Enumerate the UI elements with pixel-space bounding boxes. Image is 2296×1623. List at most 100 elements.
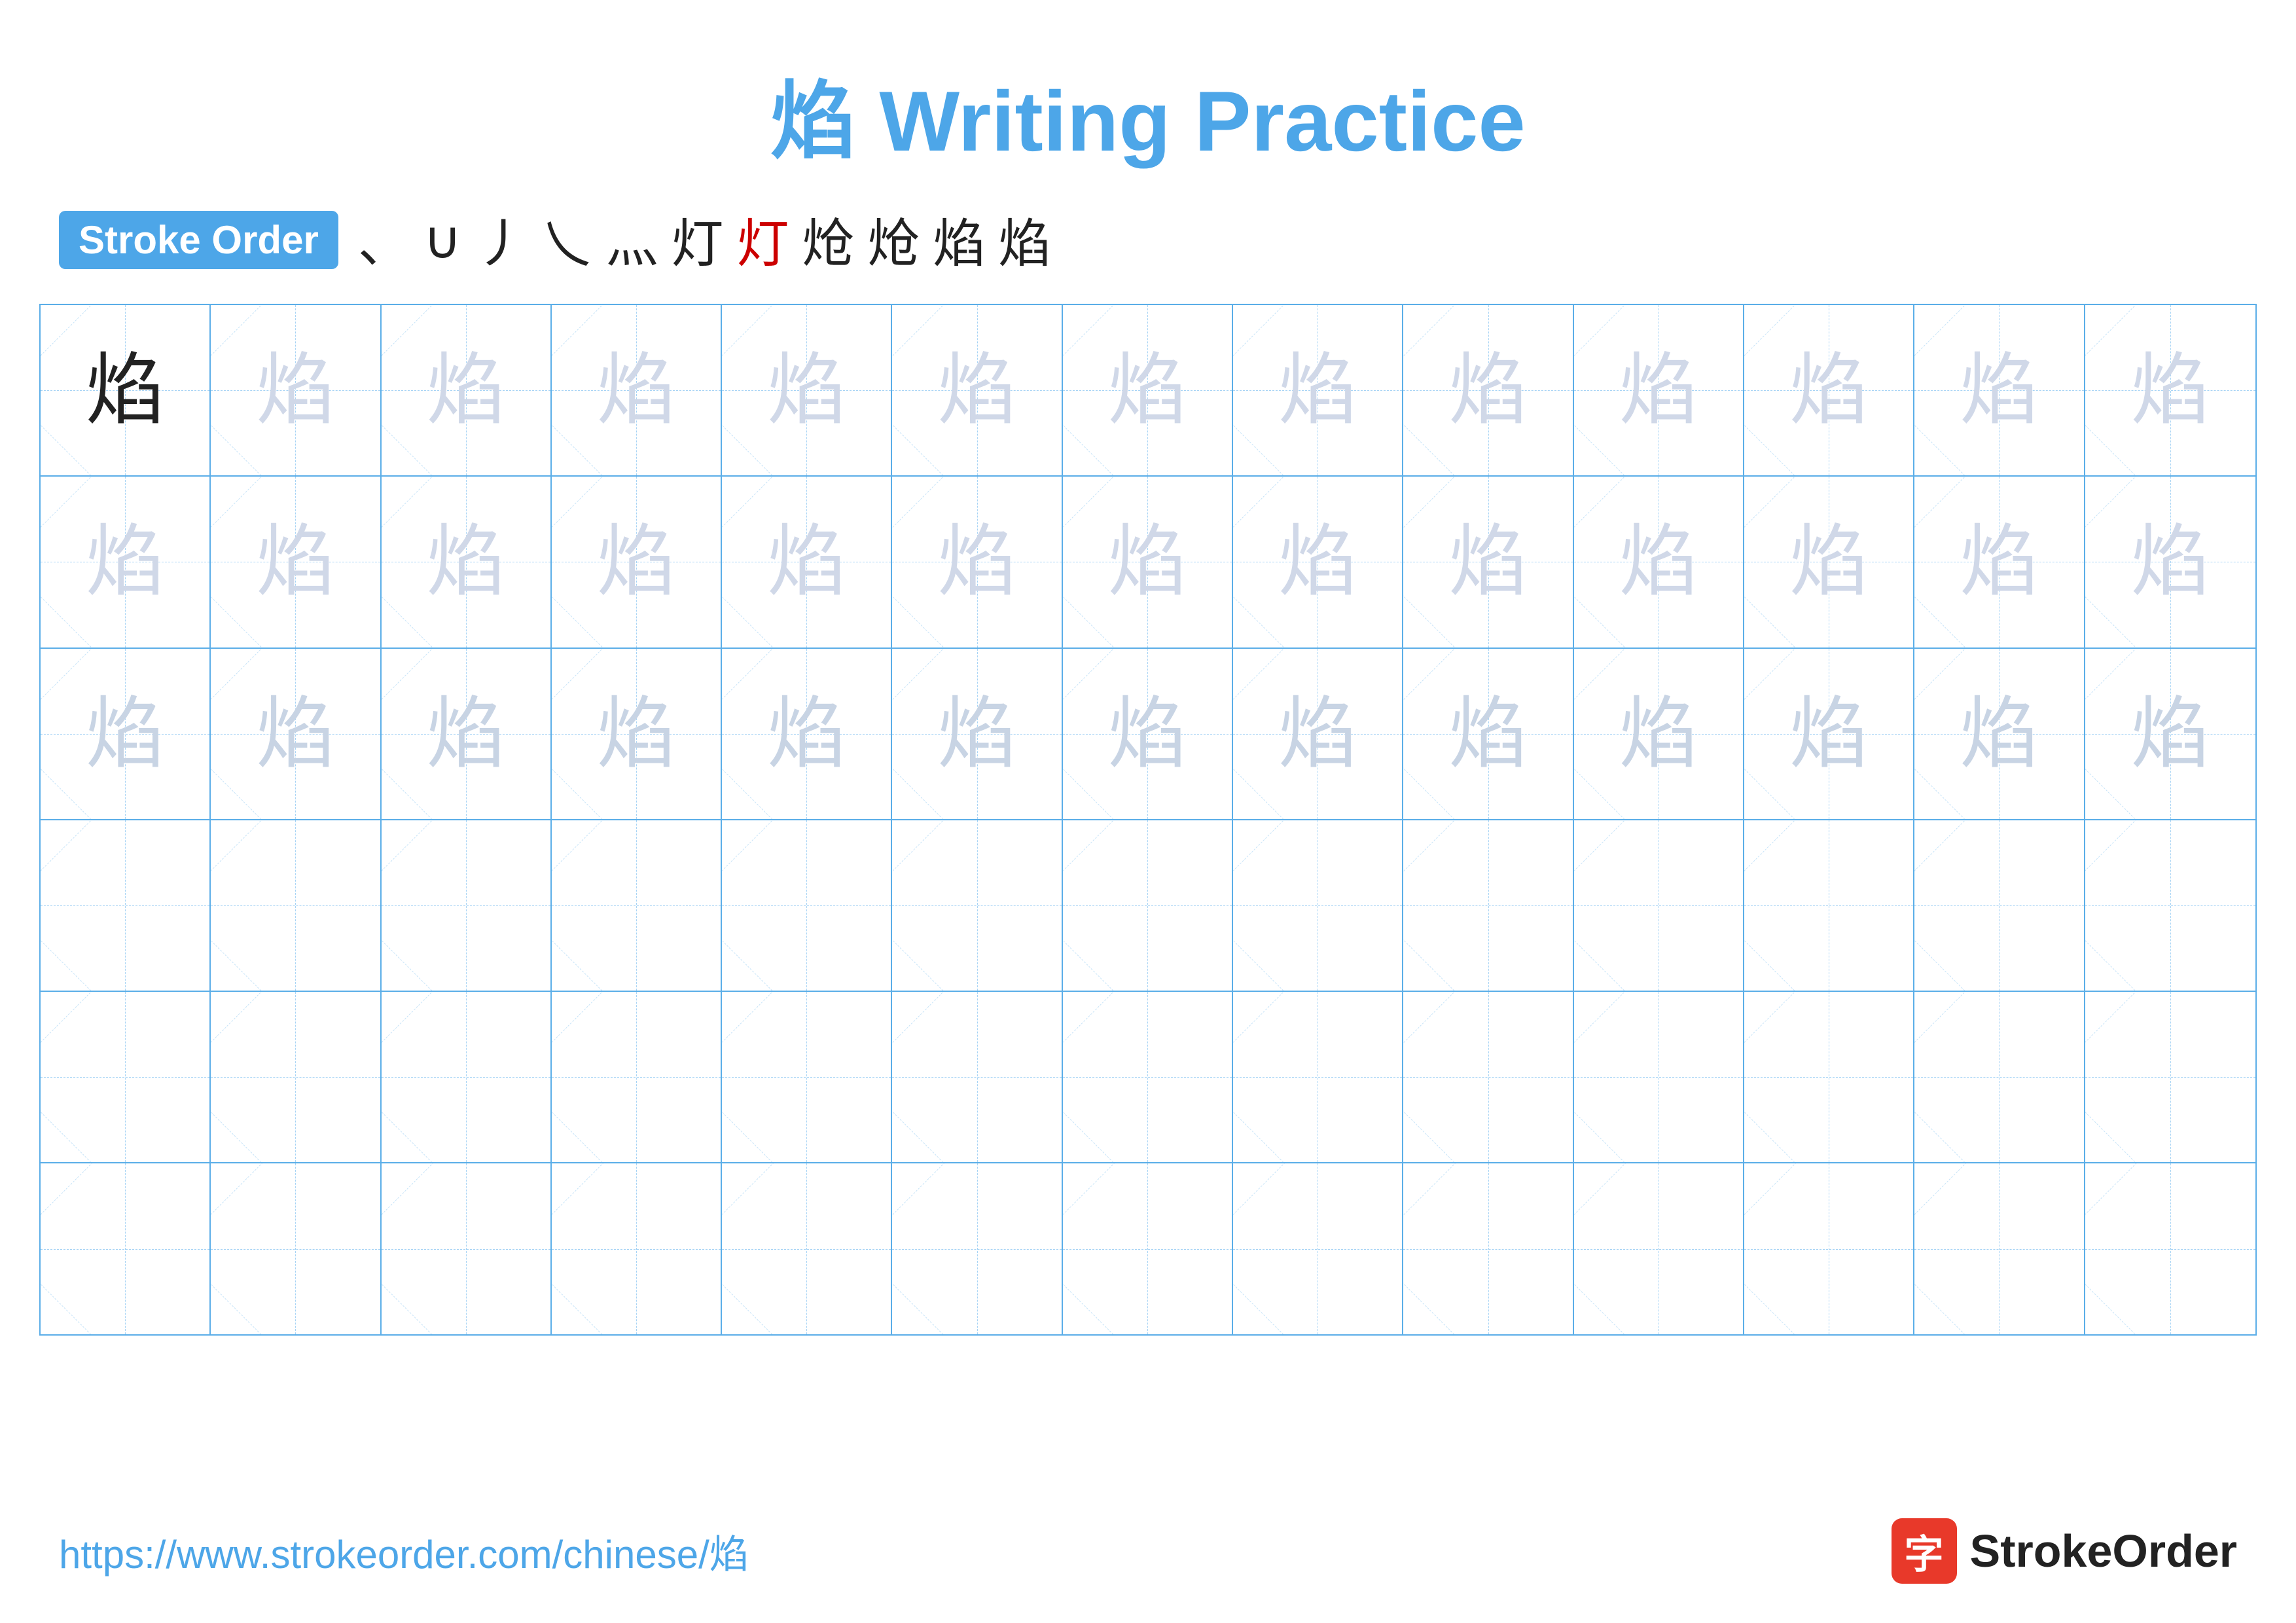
grid-cell-4-3[interactable] (382, 820, 552, 991)
grid-cell-2-7[interactable]: 焰 (1063, 477, 1233, 647)
grid-cell-1-8[interactable]: 焰 (1233, 305, 1403, 475)
grid-cell-6-2[interactable] (211, 1163, 381, 1334)
grid-cell-5-3[interactable] (382, 992, 552, 1162)
grid-cell-3-1[interactable]: 焰 (41, 649, 211, 819)
cell-guide-4-9 (1403, 820, 1572, 991)
char-lighter-3-2: 焰 (256, 695, 334, 773)
grid-cell-4-13[interactable] (2085, 820, 2255, 991)
grid-cell-1-10[interactable]: 焰 (1574, 305, 1744, 475)
grid-cell-2-12[interactable]: 焰 (1914, 477, 2085, 647)
grid-cell-4-8[interactable] (1233, 820, 1403, 991)
grid-cell-2-3[interactable]: 焰 (382, 477, 552, 647)
grid-cell-4-7[interactable] (1063, 820, 1233, 991)
grid-cell-4-4[interactable] (552, 820, 722, 991)
grid-cell-1-3[interactable]: 焰 (382, 305, 552, 475)
grid-cell-1-4[interactable]: 焰 (552, 305, 722, 475)
cell-guide-6-13 (2085, 1163, 2255, 1334)
grid-cell-1-6[interactable]: 焰 (892, 305, 1062, 475)
grid-cell-5-1[interactable] (41, 992, 211, 1162)
grid-cell-3-5[interactable]: 焰 (722, 649, 892, 819)
char-lighter-3-13: 焰 (2131, 695, 2210, 773)
grid-cell-6-8[interactable] (1233, 1163, 1403, 1334)
grid-cell-4-6[interactable] (892, 820, 1062, 991)
grid-cell-5-6[interactable] (892, 992, 1062, 1162)
char-lighter-3-11: 焰 (1789, 695, 1868, 773)
grid-cell-6-12[interactable] (1914, 1163, 2085, 1334)
grid-cell-3-8[interactable]: 焰 (1233, 649, 1403, 819)
grid-cell-2-1[interactable]: 焰 (41, 477, 211, 647)
grid-cell-3-6[interactable]: 焰 (892, 649, 1062, 819)
grid-cell-5-7[interactable] (1063, 992, 1233, 1162)
cell-guide-6-3 (382, 1163, 550, 1334)
grid-cell-5-9[interactable] (1403, 992, 1573, 1162)
grid-cell-5-11[interactable] (1744, 992, 1914, 1162)
grid-cell-2-5[interactable]: 焰 (722, 477, 892, 647)
grid-cell-3-13[interactable]: 焰 (2085, 649, 2255, 819)
grid-cell-3-7[interactable]: 焰 (1063, 649, 1233, 819)
cell-guide-5-4 (552, 992, 721, 1162)
grid-cell-1-11[interactable]: 焰 (1744, 305, 1914, 475)
char-lighter-3-3: 焰 (427, 695, 505, 773)
cell-guide-4-4 (552, 820, 721, 991)
grid-cell-4-9[interactable] (1403, 820, 1573, 991)
grid-cell-3-12[interactable]: 焰 (1914, 649, 2085, 819)
grid-cell-2-2[interactable]: 焰 (211, 477, 381, 647)
grid-cell-5-2[interactable] (211, 992, 381, 1162)
footer-url-link[interactable]: https://www.strokeorder.com/chinese/焰 (59, 1523, 749, 1580)
grid-cell-5-10[interactable] (1574, 992, 1744, 1162)
char-faint-2-12: 焰 (1960, 522, 2038, 601)
grid-cell-6-6[interactable] (892, 1163, 1062, 1334)
cell-guide-5-2 (211, 992, 380, 1162)
grid-cell-6-1[interactable] (41, 1163, 211, 1334)
grid-cell-3-4[interactable]: 焰 (552, 649, 722, 819)
cell-guide-6-6 (892, 1163, 1061, 1334)
grid-cell-5-4[interactable] (552, 992, 722, 1162)
grid-cell-4-5[interactable] (722, 820, 892, 991)
grid-cell-3-2[interactable]: 焰 (211, 649, 381, 819)
grid-cell-3-11[interactable]: 焰 (1744, 649, 1914, 819)
grid-cell-6-9[interactable] (1403, 1163, 1573, 1334)
grid-cell-3-10[interactable]: 焰 (1574, 649, 1744, 819)
grid-cell-5-13[interactable] (2085, 992, 2255, 1162)
grid-row-6 (41, 1163, 2255, 1334)
brand-name: StrokeOrder (1970, 1525, 2237, 1577)
grid-cell-6-3[interactable] (382, 1163, 552, 1334)
grid-cell-4-1[interactable] (41, 820, 211, 991)
grid-cell-6-10[interactable] (1574, 1163, 1744, 1334)
grid-cell-1-1[interactable]: 焰 (41, 305, 211, 475)
grid-cell-1-5[interactable]: 焰 (722, 305, 892, 475)
grid-cell-5-8[interactable] (1233, 992, 1403, 1162)
grid-cell-1-7[interactable]: 焰 (1063, 305, 1233, 475)
grid-cell-1-2[interactable]: 焰 (211, 305, 381, 475)
stroke-11: 焰 (998, 202, 1050, 278)
grid-cell-5-5[interactable] (722, 992, 892, 1162)
grid-cell-6-11[interactable] (1744, 1163, 1914, 1334)
grid-cell-4-11[interactable] (1744, 820, 1914, 991)
grid-cell-2-13[interactable]: 焰 (2085, 477, 2255, 647)
char-faint-2-9: 焰 (1449, 522, 1528, 601)
cell-guide-4-13 (2085, 820, 2255, 991)
grid-cell-2-9[interactable]: 焰 (1403, 477, 1573, 647)
grid-cell-2-8[interactable]: 焰 (1233, 477, 1403, 647)
grid-cell-5-12[interactable] (1914, 992, 2085, 1162)
grid-cell-6-7[interactable] (1063, 1163, 1233, 1334)
grid-cell-2-6[interactable]: 焰 (892, 477, 1062, 647)
cell-guide-5-6 (892, 992, 1061, 1162)
stroke-6: 灯 (671, 202, 723, 278)
grid-cell-2-10[interactable]: 焰 (1574, 477, 1744, 647)
grid-cell-2-11[interactable]: 焰 (1744, 477, 1914, 647)
grid-cell-6-13[interactable] (2085, 1163, 2255, 1334)
grid-cell-4-2[interactable] (211, 820, 381, 991)
grid-cell-4-10[interactable] (1574, 820, 1744, 991)
grid-cell-1-9[interactable]: 焰 (1403, 305, 1573, 475)
grid-cell-2-4[interactable]: 焰 (552, 477, 722, 647)
grid-cell-4-12[interactable] (1914, 820, 2085, 991)
grid-cell-6-5[interactable] (722, 1163, 892, 1334)
cell-guide-5-11 (1744, 992, 1913, 1162)
grid-cell-6-4[interactable] (552, 1163, 722, 1334)
grid-cell-1-13[interactable]: 焰 (2085, 305, 2255, 475)
cell-guide-4-11 (1744, 820, 1913, 991)
grid-cell-1-12[interactable]: 焰 (1914, 305, 2085, 475)
grid-cell-3-3[interactable]: 焰 (382, 649, 552, 819)
grid-cell-3-9[interactable]: 焰 (1403, 649, 1573, 819)
